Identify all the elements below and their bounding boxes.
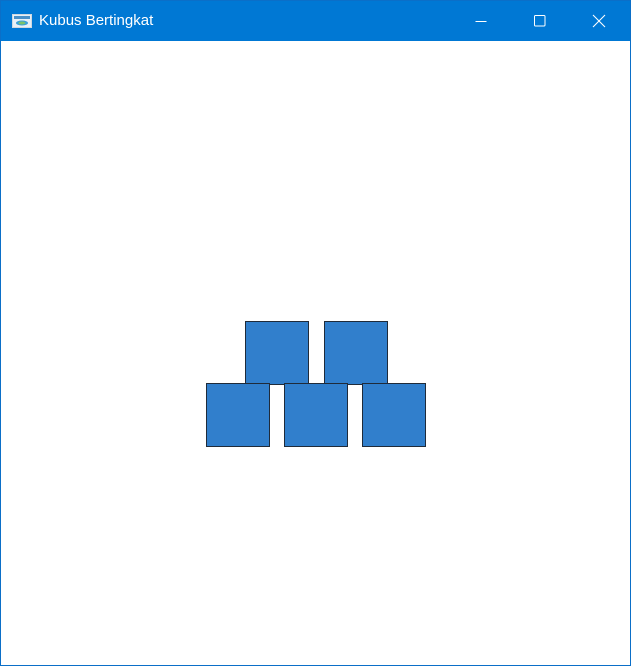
minimize-icon [475,21,487,22]
app-icon [12,14,32,28]
drawing-canvas [1,41,630,665]
close-button[interactable] [570,1,628,41]
app-window: Kubus Bertingkat [0,0,631,666]
maximize-icon [534,15,546,27]
close-icon [592,14,606,28]
title-bar[interactable]: Kubus Bertingkat [1,1,630,41]
cube-top-2 [324,321,388,385]
maximize-button[interactable] [511,1,569,41]
cube-top-1 [245,321,309,385]
cube-bottom-3 [362,383,426,447]
cube-bottom-2 [284,383,348,447]
minimize-button[interactable] [452,1,510,41]
window-title: Kubus Bertingkat [39,12,154,29]
cube-bottom-1 [206,383,270,447]
